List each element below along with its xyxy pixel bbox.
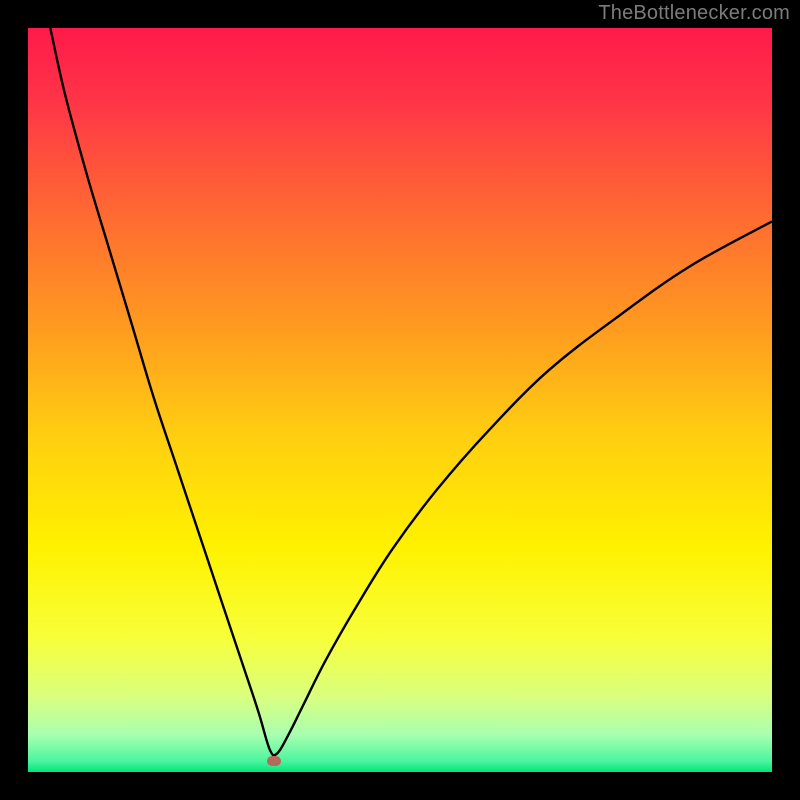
chart-curve-svg	[28, 28, 772, 772]
watermark-text: TheBottlenecker.com	[598, 2, 790, 25]
bottleneck-curve-path	[50, 28, 772, 755]
chart-frame	[28, 28, 772, 772]
optimum-marker	[267, 756, 281, 766]
